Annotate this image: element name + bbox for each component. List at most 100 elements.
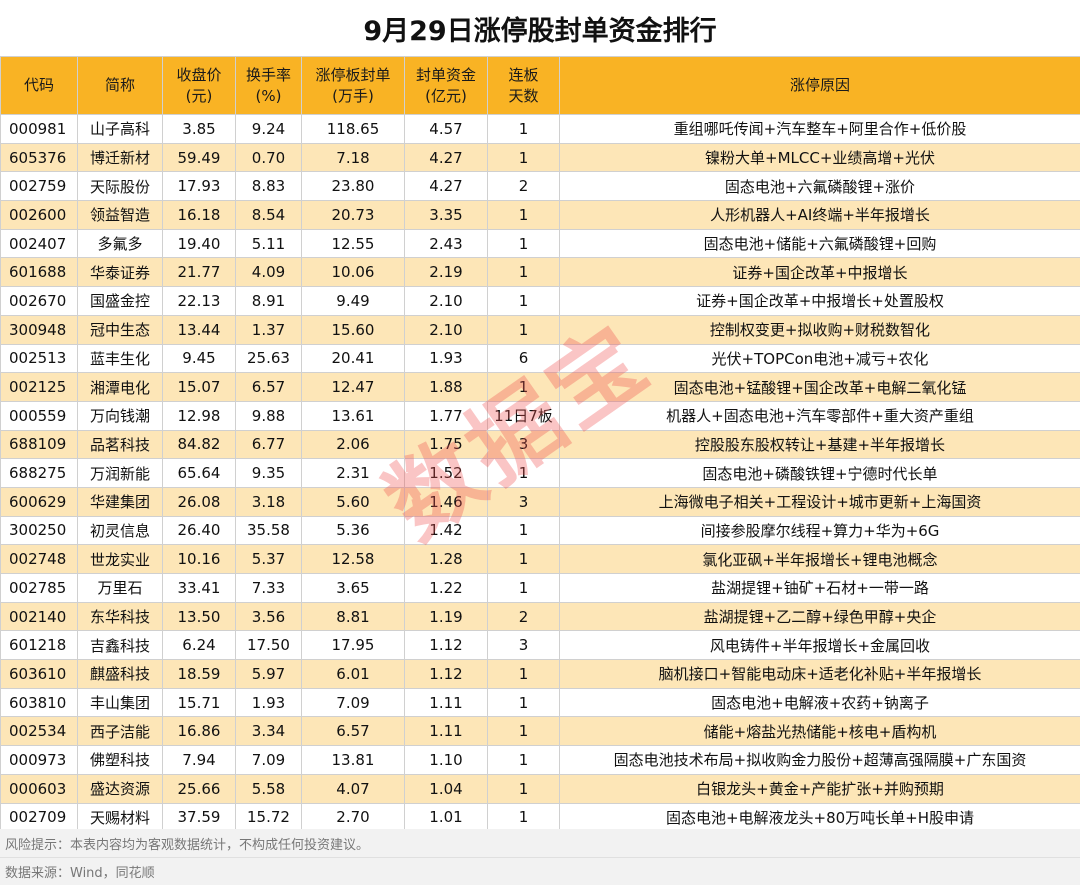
cell-reason: 固态电池+磷酸铁锂+宁德时代长单 bbox=[559, 458, 1080, 488]
cell-reason: 证券+国企改革+中报增长+处置股权 bbox=[559, 286, 1080, 316]
table-row: 002600 领益智造 16.18 8.54 20.73 3.35 1 人形机器人+AI终端+… bbox=[0, 200, 1080, 230]
cell-close-price: 17.93 bbox=[162, 171, 236, 202]
cell-seal-volume: 20.73 bbox=[301, 200, 405, 230]
cell-seal-volume: 15.60 bbox=[301, 314, 405, 345]
cell-close-price: 16.86 bbox=[162, 716, 236, 747]
cell-name: 初灵信息 bbox=[77, 515, 163, 546]
cell-turnover-rate: 8.54 bbox=[235, 200, 302, 230]
cell-reason: 人形机器人+AI终端+半年报增长 bbox=[559, 200, 1080, 230]
cell-close-price: 15.07 bbox=[162, 372, 236, 402]
table-row: 002407 多氟多 19.40 5.11 12.55 2.43 1 固态电池+储能+六氟磷酸… bbox=[0, 228, 1080, 259]
header-seal-fund: 封单资金 (亿元) bbox=[404, 56, 488, 115]
cell-consecutive-days: 1 bbox=[487, 228, 560, 259]
table-row: 002709 天赐材料 37.59 15.72 2.70 1.01 1 固态电池+电解液龙头+… bbox=[0, 802, 1080, 833]
cell-reason: 光伏+TOPCon电池+减亏+农化 bbox=[559, 343, 1080, 374]
limit-up-table: 代码 简称 收盘价 (元) 换手率 (%) 涨停板封单 (万手) 封单资金 (亿元) 连… bbox=[0, 56, 1080, 833]
cell-code: 002748 bbox=[0, 544, 78, 574]
cell-consecutive-days: 1 bbox=[487, 659, 560, 689]
cell-turnover-rate: 6.77 bbox=[235, 429, 302, 460]
cell-code: 002407 bbox=[0, 228, 78, 259]
table-row: 000559 万向钱潮 12.98 9.88 13.61 1.77 11日7板 机器人+固态电… bbox=[0, 400, 1080, 431]
cell-consecutive-days: 1 bbox=[487, 314, 560, 345]
cell-name: 国盛金控 bbox=[77, 286, 163, 316]
cell-reason: 盐湖提锂+乙二醇+绿色甲醇+央企 bbox=[559, 601, 1080, 632]
cell-consecutive-days: 3 bbox=[487, 486, 560, 517]
cell-name: 湘潭电化 bbox=[77, 372, 163, 402]
table-row: 300948 冠中生态 13.44 1.37 15.60 2.10 1 控制权变更+拟收购+财… bbox=[0, 314, 1080, 345]
cell-consecutive-days: 1 bbox=[487, 200, 560, 230]
cell-close-price: 33.41 bbox=[162, 573, 236, 603]
cell-close-price: 18.59 bbox=[162, 659, 236, 689]
table-row: 002125 湘潭电化 15.07 6.57 12.47 1.88 1 固态电池+锰酸锂+国企… bbox=[0, 372, 1080, 402]
table-row: 603610 麒盛科技 18.59 5.97 6.01 1.12 1 脑机接口+智能电动床+适… bbox=[0, 659, 1080, 689]
cell-seal-fund: 1.10 bbox=[404, 745, 488, 775]
cell-consecutive-days: 1 bbox=[487, 716, 560, 747]
cell-code: 002785 bbox=[0, 573, 78, 603]
cell-reason: 重组哪吒传闻+汽车整车+阿里合作+低价股 bbox=[559, 114, 1080, 144]
cell-reason: 固态电池技术布局+拟收购金力股份+超薄高强隔膜+广东国资 bbox=[559, 745, 1080, 775]
cell-code: 603610 bbox=[0, 659, 78, 689]
cell-code: 688109 bbox=[0, 429, 78, 460]
cell-seal-volume: 7.18 bbox=[301, 142, 405, 173]
table-row: 688109 品茗科技 84.82 6.77 2.06 1.75 3 控股股东股权转让+基建+… bbox=[0, 429, 1080, 460]
cell-close-price: 22.13 bbox=[162, 286, 236, 316]
cell-seal-volume: 23.80 bbox=[301, 171, 405, 202]
cell-code: 002759 bbox=[0, 171, 78, 202]
cell-seal-volume: 3.65 bbox=[301, 573, 405, 603]
cell-seal-fund: 1.46 bbox=[404, 486, 488, 517]
cell-close-price: 16.18 bbox=[162, 200, 236, 230]
cell-close-price: 65.64 bbox=[162, 458, 236, 488]
cell-close-price: 9.45 bbox=[162, 343, 236, 374]
cell-seal-fund: 2.19 bbox=[404, 257, 488, 288]
cell-code: 000981 bbox=[0, 114, 78, 144]
cell-close-price: 26.08 bbox=[162, 486, 236, 517]
table-row: 002785 万里石 33.41 7.33 3.65 1.22 1 盐湖提锂+铀矿+石材+一带… bbox=[0, 573, 1080, 603]
cell-seal-fund: 3.35 bbox=[404, 200, 488, 230]
cell-close-price: 3.85 bbox=[162, 114, 236, 144]
cell-turnover-rate: 7.09 bbox=[235, 745, 302, 775]
cell-name: 天际股份 bbox=[77, 171, 163, 202]
cell-seal-volume: 2.70 bbox=[301, 802, 405, 833]
cell-reason: 固态电池+电解液+农药+钠离子 bbox=[559, 687, 1080, 718]
cell-seal-fund: 1.11 bbox=[404, 716, 488, 747]
cell-consecutive-days: 3 bbox=[487, 630, 560, 661]
cell-consecutive-days: 1 bbox=[487, 687, 560, 718]
cell-code: 688275 bbox=[0, 458, 78, 488]
cell-seal-fund: 2.43 bbox=[404, 228, 488, 259]
cell-code: 000603 bbox=[0, 773, 78, 804]
cell-name: 蓝丰生化 bbox=[77, 343, 163, 374]
cell-reason: 盐湖提锂+铀矿+石材+一带一路 bbox=[559, 573, 1080, 603]
cell-consecutive-days: 11日7板 bbox=[487, 400, 560, 431]
cell-consecutive-days: 2 bbox=[487, 171, 560, 202]
cell-seal-fund: 1.42 bbox=[404, 515, 488, 546]
cell-close-price: 84.82 bbox=[162, 429, 236, 460]
cell-seal-fund: 4.27 bbox=[404, 171, 488, 202]
table-row: 605376 博迁新材 59.49 0.70 7.18 4.27 1 镍粉大单+MLCC+业绩… bbox=[0, 142, 1080, 173]
cell-reason: 白银龙头+黄金+产能扩张+并购预期 bbox=[559, 773, 1080, 804]
cell-seal-fund: 1.52 bbox=[404, 458, 488, 488]
cell-seal-fund: 1.04 bbox=[404, 773, 488, 804]
table-row: 603810 丰山集团 15.71 1.93 7.09 1.11 1 固态电池+电解液+农药+… bbox=[0, 687, 1080, 718]
cell-name: 东华科技 bbox=[77, 601, 163, 632]
cell-turnover-rate: 5.97 bbox=[235, 659, 302, 689]
cell-close-price: 13.50 bbox=[162, 601, 236, 632]
cell-name: 领益智造 bbox=[77, 200, 163, 230]
cell-reason: 上海微电子相关+工程设计+城市更新+上海国资 bbox=[559, 486, 1080, 517]
cell-seal-fund: 1.93 bbox=[404, 343, 488, 374]
cell-name: 华建集团 bbox=[77, 486, 163, 517]
cell-turnover-rate: 1.93 bbox=[235, 687, 302, 718]
cell-close-price: 25.66 bbox=[162, 773, 236, 804]
cell-turnover-rate: 3.18 bbox=[235, 486, 302, 517]
cell-close-price: 21.77 bbox=[162, 257, 236, 288]
cell-reason: 控股股东股权转让+基建+半年报增长 bbox=[559, 429, 1080, 460]
cell-seal-fund: 2.10 bbox=[404, 286, 488, 316]
header-consecutive-days: 连板 天数 bbox=[487, 56, 560, 115]
cell-turnover-rate: 17.50 bbox=[235, 630, 302, 661]
cell-reason: 镍粉大单+MLCC+业绩高增+光伏 bbox=[559, 142, 1080, 173]
cell-consecutive-days: 1 bbox=[487, 544, 560, 574]
cell-seal-volume: 6.01 bbox=[301, 659, 405, 689]
cell-seal-fund: 4.27 bbox=[404, 142, 488, 173]
cell-seal-fund: 1.12 bbox=[404, 659, 488, 689]
cell-code: 002600 bbox=[0, 200, 78, 230]
data-source: 数据来源：Wind，同花顺 bbox=[0, 857, 1080, 885]
